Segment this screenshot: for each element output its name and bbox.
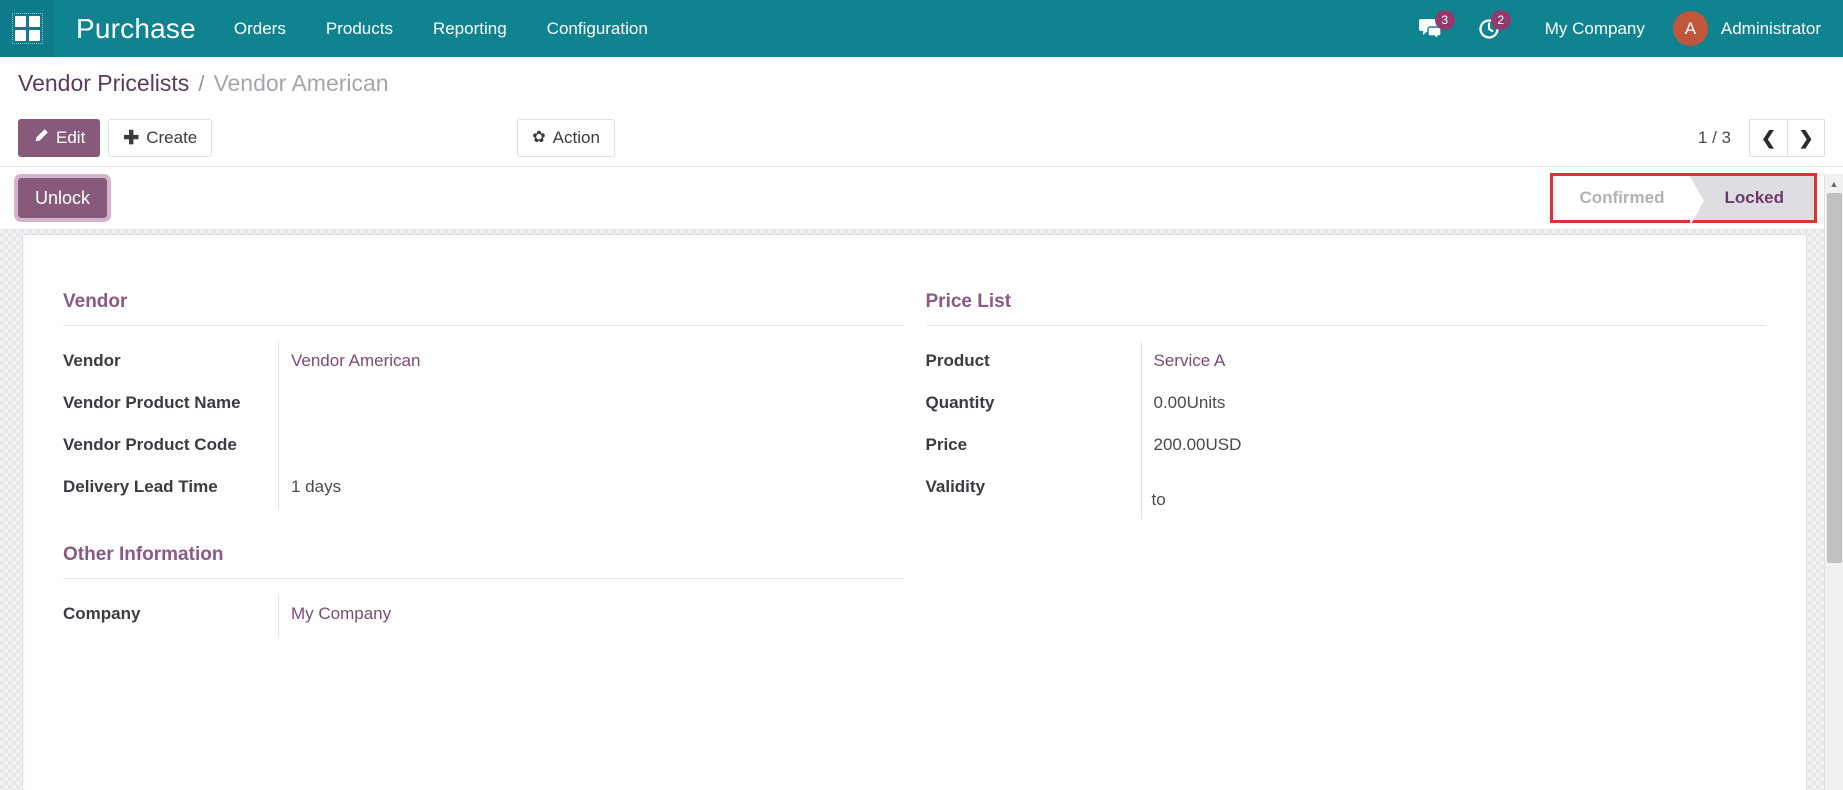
apps-grid-icon: [15, 16, 40, 41]
activities-count-badge: 2: [1491, 10, 1511, 30]
pager-buttons: ❮ ❯: [1749, 119, 1825, 157]
field-value-quantity[interactable]: 0.00Units: [1141, 384, 1767, 426]
pager-counter: 1 / 3: [1698, 128, 1731, 148]
field-label-product: Product: [926, 342, 1141, 380]
field-value-validity[interactable]: to: [1141, 468, 1767, 519]
pager: 1 / 3 ❮ ❯: [1698, 119, 1825, 157]
action-button-label: Action: [553, 128, 600, 148]
statusbar-highlight-box: Confirmed Locked: [1550, 173, 1817, 223]
field-value-delivery-lead-time[interactable]: 1 days: [278, 468, 904, 510]
form-status-row: Unlock Confirmed Locked: [0, 167, 1843, 229]
menu-item-orders[interactable]: Orders: [214, 0, 306, 57]
field-vendor-product-code: Vendor Product Code: [63, 426, 904, 468]
create-button[interactable]: ✚ Create: [108, 119, 212, 157]
breadcrumb-root-link[interactable]: Vendor Pricelists: [18, 70, 189, 97]
group-spacer: [63, 510, 904, 544]
chevron-right-icon: ❯: [1798, 128, 1813, 149]
form-column-right: Price List Product Service A Quantity 0.…: [926, 291, 1767, 637]
vertical-scrollbar[interactable]: ▲: [1824, 174, 1843, 790]
create-button-label: Create: [146, 128, 197, 148]
group-title-price-list: Price List: [926, 291, 1767, 326]
breadcrumb: Vendor Pricelists / Vendor American: [0, 57, 1843, 110]
control-panel: Edit ✚ Create ✿ Action 1 / 3 ❮ ❯: [0, 110, 1843, 167]
group-price-list: Price List Product Service A Quantity 0.…: [926, 291, 1767, 519]
field-label-vendor-product-code: Vendor Product Code: [63, 426, 278, 464]
field-label-quantity: Quantity: [926, 384, 1141, 422]
edit-button[interactable]: Edit: [18, 119, 100, 157]
group-title-other-information: Other Information: [63, 544, 904, 579]
field-value-product[interactable]: Service A: [1141, 342, 1767, 384]
field-value-company[interactable]: My Company: [278, 595, 904, 637]
breadcrumb-separator: /: [189, 71, 213, 97]
menu-item-products[interactable]: Products: [306, 0, 413, 57]
field-label-validity: Validity: [926, 468, 1141, 506]
statusbar: Confirmed Locked: [1553, 176, 1814, 220]
field-label-company: Company: [63, 595, 278, 633]
gear-icon: ✿: [532, 130, 545, 146]
avatar: A: [1673, 11, 1708, 46]
edit-button-label: Edit: [56, 128, 85, 148]
field-label-price: Price: [926, 426, 1141, 464]
pager-next-button[interactable]: ❯: [1787, 119, 1825, 157]
group-title-vendor: Vendor: [63, 291, 904, 326]
field-label-delivery-lead-time: Delivery Lead Time: [63, 468, 278, 506]
menu-item-configuration[interactable]: Configuration: [527, 0, 668, 57]
plus-icon: ✚: [123, 129, 139, 148]
group-vendor: Vendor Vendor Vendor American Vendor Pro…: [63, 291, 904, 510]
field-quantity: Quantity 0.00Units: [926, 384, 1767, 426]
action-button[interactable]: ✿ Action: [517, 119, 615, 157]
field-validity: Validity to: [926, 468, 1767, 519]
statusbar-item-locked[interactable]: Locked: [1690, 176, 1814, 220]
messages-button[interactable]: 3: [1403, 0, 1461, 57]
field-vendor: Vendor Vendor American: [63, 342, 904, 384]
user-name-label: Administrator: [1721, 19, 1821, 39]
activities-button[interactable]: 2: [1461, 0, 1517, 57]
main-menu: Orders Products Reporting Configuration: [214, 0, 668, 57]
company-switcher[interactable]: My Company: [1517, 19, 1667, 39]
chevron-left-icon: ❮: [1761, 128, 1776, 149]
form-sheet: Vendor Vendor Vendor American Vendor Pro…: [22, 234, 1807, 790]
unlock-button-focus-ring: Unlock: [18, 178, 107, 218]
field-product: Product Service A: [926, 342, 1767, 384]
field-company: Company My Company: [63, 595, 904, 637]
field-price: Price 200.00USD: [926, 426, 1767, 468]
field-value-vendor-product-name[interactable]: [278, 384, 904, 426]
messages-count-badge: 3: [1435, 10, 1455, 30]
apps-menu-button[interactable]: [0, 0, 54, 57]
field-value-price[interactable]: 200.00USD: [1141, 426, 1767, 468]
form-content-area: Vendor Vendor Vendor American Vendor Pro…: [0, 229, 1843, 790]
field-value-vendor-product-code[interactable]: [278, 426, 904, 468]
field-delivery-lead-time: Delivery Lead Time 1 days: [63, 468, 904, 510]
top-navbar: Purchase Orders Products Reporting Confi…: [0, 0, 1843, 57]
field-vendor-product-name: Vendor Product Name: [63, 384, 904, 426]
scroll-up-arrow-icon[interactable]: ▲: [1825, 174, 1843, 193]
breadcrumb-current-record: Vendor American: [213, 70, 388, 97]
app-brand-purchase[interactable]: Purchase: [54, 13, 214, 45]
pager-previous-button[interactable]: ❮: [1749, 119, 1787, 157]
form-column-left: Vendor Vendor Vendor American Vendor Pro…: [63, 291, 904, 637]
statusbar-item-confirmed[interactable]: Confirmed: [1553, 176, 1690, 220]
field-label-vendor: Vendor: [63, 342, 278, 380]
menu-item-reporting[interactable]: Reporting: [413, 0, 527, 57]
field-value-vendor[interactable]: Vendor American: [278, 342, 904, 384]
group-other-information: Other Information Company My Company: [63, 544, 904, 637]
scrollbar-thumb[interactable]: [1827, 193, 1842, 563]
form-columns: Vendor Vendor Vendor American Vendor Pro…: [63, 291, 1766, 637]
unlock-button[interactable]: Unlock: [18, 178, 107, 218]
navbar-right-section: 3 2 My Company A Administrator: [1403, 0, 1843, 57]
user-menu[interactable]: A Administrator: [1667, 11, 1821, 46]
pencil-icon: [33, 128, 49, 149]
field-label-vendor-product-name: Vendor Product Name: [63, 384, 278, 422]
